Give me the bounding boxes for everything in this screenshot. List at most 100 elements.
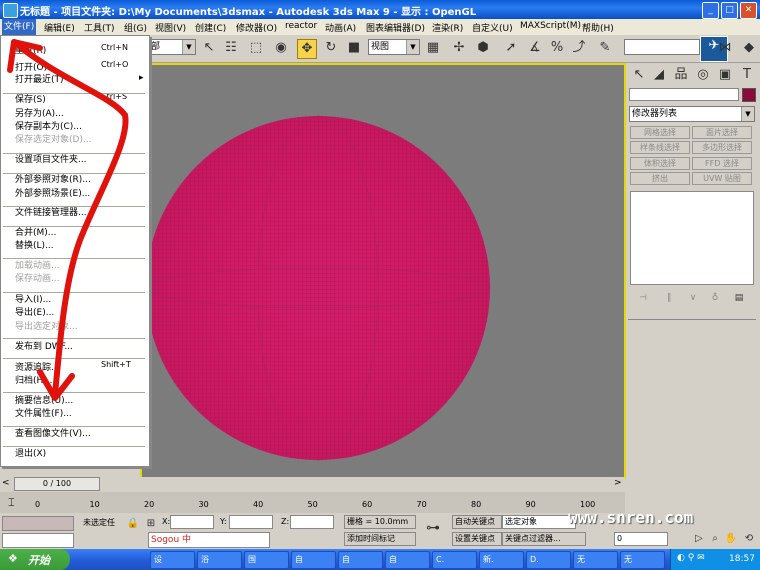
file-menu-item[interactable]: 查看图像文件(V)...	[15, 426, 91, 439]
add-time-tag-button[interactable]: 添加时间标记	[344, 532, 416, 546]
taskbar-task[interactable]: 新.	[479, 551, 524, 569]
poly-select-button[interactable]: 多边形选择	[692, 141, 752, 154]
motion-tab-icon[interactable]: ◎	[694, 66, 712, 84]
taskbar-task[interactable]: 无	[573, 551, 618, 569]
taskbar-task[interactable]: 设	[150, 551, 195, 569]
annotation-arrow	[7, 39, 129, 401]
viewport-canvas	[145, 115, 491, 461]
rectangle-selection-icon[interactable]: ⬚	[247, 39, 265, 57]
taskbar-task[interactable]: 自	[338, 551, 383, 569]
modify-tab-icon[interactable]: ◢	[650, 66, 668, 84]
selection-set-dropdown[interactable]: 选定对象	[502, 515, 576, 529]
modifier-list-value: 修改器列表	[632, 109, 678, 119]
file-menu-item[interactable]: 退出(X)	[15, 446, 46, 459]
menu-maxscript[interactable]: MAXScript(M)	[520, 21, 581, 31]
utilities-tab-icon[interactable]: T	[738, 66, 756, 84]
reference-coordinate-dropdown[interactable]: 视图 ▼	[368, 39, 420, 55]
taskbar-task[interactable]: 自	[291, 551, 336, 569]
mesh-select-button[interactable]: 网格选择	[630, 126, 690, 139]
configure-modifier-sets-icon[interactable]: ▤	[730, 289, 748, 307]
taskbar-task[interactable]: C.	[432, 551, 477, 569]
menu-rendering[interactable]: 渲染(R)	[432, 21, 463, 34]
menu-graph-editors[interactable]: 图表编辑器(D)	[366, 21, 425, 34]
menu-reactor[interactable]: reactor	[285, 21, 317, 31]
minimize-button[interactable]: _	[702, 2, 719, 19]
close-button[interactable]: ✕	[740, 2, 757, 19]
patch-select-button[interactable]: 面片选择	[692, 126, 752, 139]
x-coordinate-field[interactable]	[170, 515, 214, 529]
uvw-map-button[interactable]: UVW 贴图	[692, 172, 752, 185]
menu-help[interactable]: 帮助(H)	[582, 21, 614, 34]
slider-left-arrow-icon[interactable]: <	[2, 478, 10, 488]
absolute-mode-icon[interactable]: ⊞	[142, 515, 160, 533]
timeline-tick-label: 40	[253, 500, 264, 509]
perspective-viewport[interactable]	[140, 63, 626, 479]
taskbar-task[interactable]: 无	[620, 551, 665, 569]
key-icon[interactable]: ⊶	[424, 519, 442, 537]
current-frame-field[interactable]: 0	[614, 532, 668, 546]
mirror-icon[interactable]: ⋈	[716, 39, 734, 57]
menu-customize[interactable]: 自定义(U)	[472, 21, 513, 34]
vol-select-button[interactable]: 体积选择	[630, 157, 690, 170]
spline-select-button[interactable]: 样条线选择	[630, 141, 690, 154]
spinner-snap-icon[interactable]: ⤴	[570, 39, 588, 57]
taskbar-task[interactable]: 国	[244, 551, 289, 569]
named-selection-sets-field[interactable]	[624, 39, 700, 55]
keyboard-shortcut-icon[interactable]: ⬢	[474, 39, 492, 57]
remove-modifier-icon[interactable]: ♁	[706, 289, 724, 307]
modifier-list-dropdown[interactable]: 修改器列表 ▼	[629, 106, 755, 122]
named-selection-icon[interactable]: ✎	[596, 39, 614, 57]
show-end-result-icon[interactable]: ∥	[660, 289, 678, 307]
pivot-icon[interactable]: ▦	[424, 39, 442, 57]
taskbar-task[interactable]: D.	[526, 551, 571, 569]
taskbar-task[interactable]: 浴	[197, 551, 242, 569]
system-tray: ◐ ⚲ ✉ 18:57	[670, 549, 760, 570]
display-tab-icon[interactable]: ▣	[716, 66, 734, 84]
align-icon[interactable]: ◆	[740, 39, 758, 57]
slider-right-arrow-icon[interactable]: >	[614, 478, 622, 488]
pin-stack-icon[interactable]: ⊣	[634, 289, 652, 307]
pan-hand-icon[interactable]: ✋	[722, 530, 740, 548]
time-slider[interactable]: < 0 / 100 >	[0, 477, 625, 491]
modifier-stack[interactable]	[630, 191, 754, 285]
rotate-icon[interactable]: ↻	[322, 39, 340, 57]
track-bar[interactable]: ⌶ 0 10 20 30 40 50 60 70 80 90 100	[0, 492, 625, 514]
start-button[interactable]: ❖ 开始	[0, 549, 70, 570]
create-tab-icon[interactable]: ↖	[630, 66, 648, 84]
snap-toggle-icon[interactable]: ➚	[502, 39, 520, 57]
percent-snap-icon[interactable]: %	[548, 39, 566, 57]
maxscript-listener-white[interactable]	[2, 533, 74, 548]
select-arrow-icon[interactable]: ↖	[200, 39, 218, 57]
select-manipulate-icon[interactable]: ✢	[450, 39, 468, 57]
menu-modifiers[interactable]: 修改器(O)	[236, 21, 277, 34]
scale-icon[interactable]: ■	[345, 39, 363, 57]
chevron-down-icon: ▼	[406, 40, 419, 54]
select-by-name-icon[interactable]: ☷	[222, 39, 240, 57]
z-coordinate-field[interactable]	[290, 515, 334, 529]
hierarchy-tab-icon[interactable]: 品	[672, 66, 690, 84]
maxscript-listener-pink[interactable]	[2, 516, 74, 531]
lock-icon[interactable]: 🔒	[124, 515, 142, 533]
tray-icons[interactable]: ◐ ⚲ ✉	[677, 553, 705, 563]
taskbar-task[interactable]: 自	[385, 551, 430, 569]
object-color-swatch[interactable]	[742, 88, 756, 102]
move-icon[interactable]: ✥	[297, 39, 317, 59]
ime-toolbar[interactable]: Sogou 中	[148, 532, 270, 548]
key-filters-button[interactable]: 关键点过滤器...	[502, 532, 586, 546]
object-name-field[interactable]	[629, 88, 739, 101]
z-label: Z:	[281, 517, 290, 526]
extrude-button[interactable]: 挤出	[630, 172, 690, 185]
time-slider-thumb[interactable]: 0 / 100	[14, 477, 100, 491]
y-coordinate-field[interactable]	[229, 515, 273, 529]
timeline-tick-label: 90	[525, 500, 536, 509]
arc-rotate-icon[interactable]: ⟲	[740, 530, 758, 548]
window-crossing-icon[interactable]: ◉	[272, 39, 290, 57]
chevron-down-icon: ▼	[741, 107, 754, 121]
maximize-button[interactable]: □	[721, 2, 738, 19]
menu-animation[interactable]: 动画(A)	[325, 21, 356, 34]
auto-key-button[interactable]: 自动关键点	[452, 515, 502, 529]
make-unique-icon[interactable]: ∨	[684, 289, 702, 307]
angle-snap-icon[interactable]: ∡	[526, 39, 544, 57]
set-key-button[interactable]: 设置关键点	[452, 532, 502, 546]
ffd-select-button[interactable]: FFD 选择	[692, 157, 752, 170]
